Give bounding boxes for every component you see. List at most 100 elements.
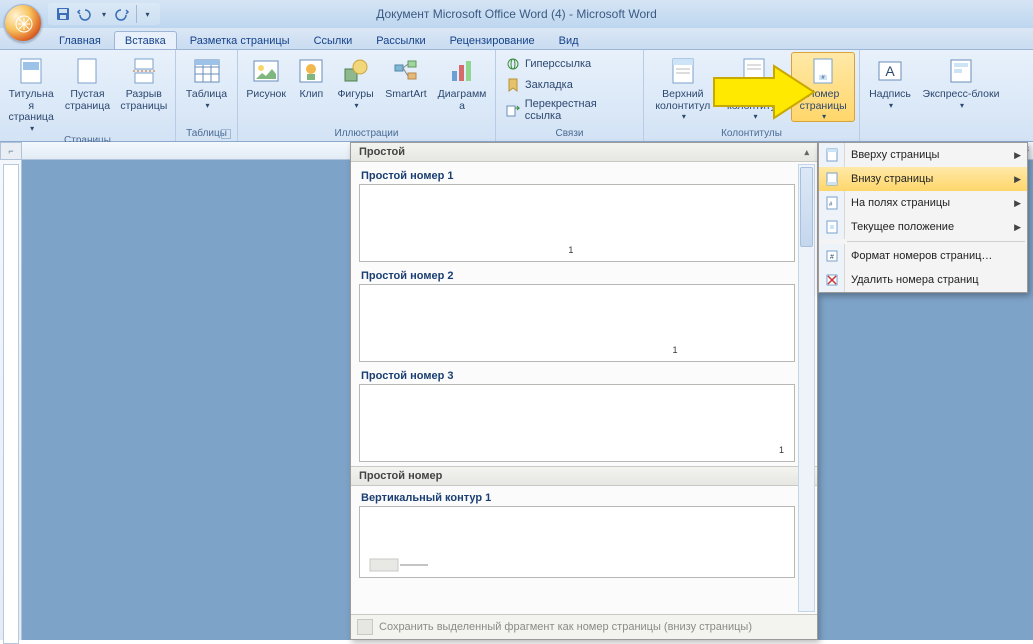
redo-icon[interactable] <box>114 5 132 23</box>
header-icon <box>667 55 699 87</box>
quick-parts-icon <box>945 55 977 87</box>
bookmark-button[interactable]: Закладка <box>500 75 639 95</box>
menu-bottom-of-page[interactable]: Внизу страницы ▶ <box>819 167 1027 191</box>
crossref-button[interactable]: Перекрестная ссылка <box>500 96 639 124</box>
page-break-icon <box>128 55 160 87</box>
tab-references[interactable]: Ссылки <box>303 31 364 49</box>
gallery-header-label: Простой <box>359 146 405 158</box>
picture-label: Рисунок <box>246 89 286 101</box>
menu-margins-icon: # <box>819 191 845 215</box>
ruler-corner[interactable]: ⌐ <box>0 142 22 160</box>
group-text-label <box>864 127 1006 141</box>
shapes-icon <box>340 55 372 87</box>
submenu-arrow-icon: ▶ <box>1014 222 1021 233</box>
menu-top-label: Вверху страницы <box>845 149 1014 161</box>
gallery-item-2[interactable]: 1 <box>359 284 795 362</box>
tab-home[interactable]: Главная <box>48 31 112 49</box>
menu-remove-page-numbers[interactable]: Удалить номера страниц <box>819 268 1027 292</box>
quick-access-toolbar <box>48 3 160 25</box>
page-number-gallery: Простой ▴ Простой номер 1 1 Простой номе… <box>350 142 818 640</box>
tab-mailings[interactable]: Рассылки <box>365 31 436 49</box>
group-headerfooter: Верхнийколонтитул Нижнийколонтитул # Ном… <box>644 50 860 141</box>
page-number-button[interactable]: # Номерстраницы <box>791 52 855 122</box>
save-selection-icon <box>357 619 373 635</box>
cover-page-button[interactable]: Титульнаястраница <box>4 52 58 134</box>
tables-launcher-icon[interactable] <box>221 129 231 139</box>
cover-page-label: Титульнаястраница <box>7 89 55 124</box>
svg-text:#: # <box>830 254 834 261</box>
svg-text:A: A <box>885 63 895 79</box>
page-number-menu: Вверху страницы ▶ Внизу страницы ▶ # На … <box>818 142 1028 293</box>
smartart-button[interactable]: SmartArt <box>381 52 431 102</box>
gallery-item-4[interactable] <box>359 506 795 578</box>
shapes-label: Фигуры <box>337 89 373 101</box>
group-text: A Надпись Экспресс-блоки <box>860 50 1010 141</box>
blank-page-button[interactable]: Пустаястраница <box>60 52 114 113</box>
gallery-item-1[interactable]: 1 <box>359 184 795 262</box>
header-button[interactable]: Верхнийколонтитул <box>648 52 718 122</box>
menu-current-label: Текущее положение <box>845 221 1014 233</box>
shapes-button[interactable]: Фигуры <box>332 52 378 111</box>
gallery-item-3[interactable]: 1 <box>359 384 795 462</box>
page-number-label: Номерстраницы <box>800 89 847 112</box>
tab-review[interactable]: Рецензирование <box>439 31 546 49</box>
chart-button[interactable]: Диаграмма <box>433 52 491 113</box>
undo-icon[interactable] <box>74 5 92 23</box>
submenu-arrow-icon: ▶ <box>1014 174 1021 185</box>
textbox-button[interactable]: A Надпись <box>864 52 916 111</box>
quick-parts-label: Экспресс-блоки <box>923 89 1000 101</box>
save-icon[interactable] <box>54 5 72 23</box>
gallery-save-selection[interactable]: Сохранить выделенный фрагмент как номер … <box>351 614 817 639</box>
menu-page-margins[interactable]: # На полях страницы ▶ <box>819 191 1027 215</box>
hyperlink-button[interactable]: Гиперссылка <box>500 54 639 74</box>
ribbon-tabs: Главная Вставка Разметка страницы Ссылки… <box>0 28 1033 50</box>
gallery-collapse-icon[interactable]: ▴ <box>804 147 809 158</box>
clipart-label: Клип <box>299 89 323 101</box>
group-links: Гиперссылка Закладка Перекрестная ссылка… <box>496 50 644 141</box>
ribbon: Титульнаястраница Пустаястраница Разрывс… <box>0 50 1033 142</box>
blank-page-label: Пустаястраница <box>65 89 110 112</box>
clipart-button[interactable]: Клип <box>292 52 330 102</box>
gallery-item-2-label: Простой номер 2 <box>359 266 795 284</box>
window-title: Документ Microsoft Office Word (4) - Mic… <box>376 7 657 21</box>
clipart-icon <box>295 55 327 87</box>
tab-view[interactable]: Вид <box>548 31 590 49</box>
menu-format-icon: # <box>819 244 845 268</box>
hyperlink-icon <box>505 56 521 72</box>
table-label: Таблица <box>186 89 227 101</box>
cover-page-icon <box>15 55 47 87</box>
picture-button[interactable]: Рисунок <box>242 52 290 102</box>
chart-icon <box>446 55 478 87</box>
bookmark-icon <box>505 77 521 93</box>
group-headerfooter-label: Колонтитулы <box>648 127 855 141</box>
menu-bottom-label: Внизу страницы <box>845 173 1014 185</box>
footer-button[interactable]: Нижнийколонтитул <box>720 52 790 122</box>
textbox-icon: A <box>874 55 906 87</box>
chart-label: Диаграмма <box>436 89 488 112</box>
menu-format-label: Формат номеров страниц… <box>845 250 1021 262</box>
gallery-item-3-label: Простой номер 3 <box>359 366 795 384</box>
gallery-item-1-label: Простой номер 1 <box>359 166 795 184</box>
menu-margins-label: На полях страницы <box>845 197 1014 209</box>
tab-page-layout[interactable]: Разметка страницы <box>179 31 301 49</box>
menu-top-of-page[interactable]: Вверху страницы ▶ <box>819 143 1027 167</box>
menu-current-position[interactable]: Текущее положение ▶ <box>819 215 1027 239</box>
gallery-scrollbar[interactable] <box>798 164 815 612</box>
header-label: Верхнийколонтитул <box>655 89 710 112</box>
crossref-label: Перекрестная ссылка <box>525 98 634 122</box>
gallery-scroll-thumb[interactable] <box>800 167 813 247</box>
office-button[interactable] <box>4 4 42 42</box>
vertical-ruler[interactable] <box>0 160 22 640</box>
gallery-footer-label: Сохранить выделенный фрагмент как номер … <box>379 621 752 633</box>
submenu-arrow-icon: ▶ <box>1014 198 1021 209</box>
undo-dropdown-icon[interactable] <box>94 5 112 23</box>
menu-format-page-numbers[interactable]: # Формат номеров страниц… <box>819 244 1027 268</box>
crossref-icon <box>505 102 521 118</box>
tab-insert[interactable]: Вставка <box>114 31 177 49</box>
page-break-button[interactable]: Разрывстраницы <box>117 52 171 113</box>
bookmark-label: Закладка <box>525 79 573 91</box>
qat-customize-icon[interactable] <box>136 5 154 23</box>
quick-parts-button[interactable]: Экспресс-блоки <box>918 52 1004 111</box>
table-button[interactable]: Таблица <box>180 52 233 111</box>
page-number-icon: # <box>807 55 839 87</box>
